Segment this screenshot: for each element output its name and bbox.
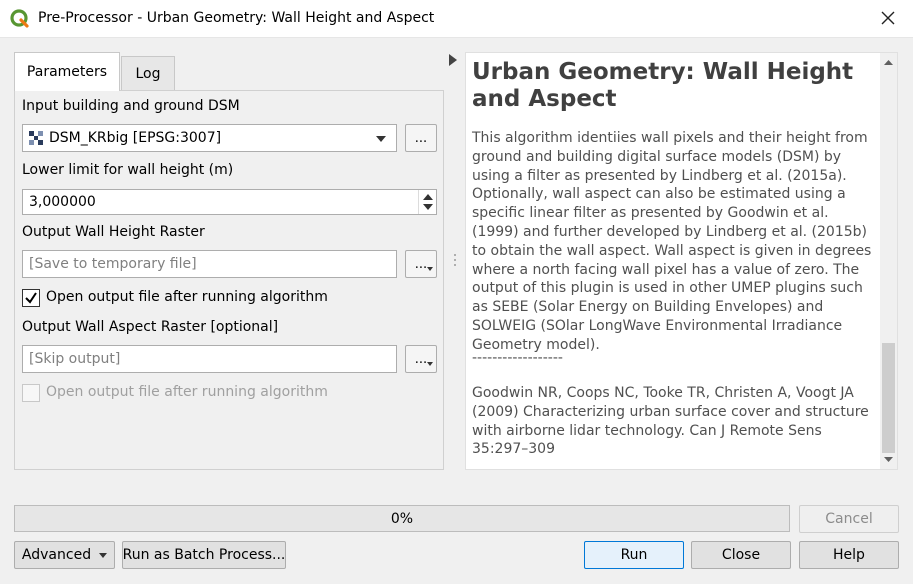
scrollbar-thumb[interactable] [882, 343, 895, 453]
wall-aspect-browse-button[interactable]: ... [405, 345, 437, 373]
title-bar: Pre-Processor - Urban Geometry: Wall Hei… [0, 0, 913, 38]
spin-up-icon[interactable] [423, 194, 433, 200]
chevron-down-icon [376, 136, 386, 142]
close-window-icon[interactable] [877, 7, 899, 29]
browse-label: ... [414, 256, 428, 272]
help-title: Urban Geometry: Wall Height and Aspect [472, 59, 854, 112]
dsm-combobox[interactable]: DSM_KRbig [EPSG:3007] [22, 124, 397, 152]
run-batch-button[interactable]: Run as Batch Process... [122, 541, 286, 569]
close-button[interactable]: Close [691, 541, 791, 569]
help-scrollbar[interactable] [880, 53, 897, 469]
splitter-handle-icon[interactable] [453, 253, 457, 267]
raster-layer-icon [29, 131, 43, 145]
wall-aspect-label: Output Wall Aspect Raster [optional] [22, 319, 279, 335]
progress-bar: 0% [14, 505, 790, 532]
checkmark-icon [25, 292, 37, 304]
wall-height-output-field[interactable]: [Save to temporary file] [22, 250, 397, 278]
cancel-button[interactable]: Cancel [799, 505, 899, 533]
spin-arrows[interactable] [418, 190, 436, 214]
dsm-value: DSM_KRbig [EPSG:3007] [49, 130, 222, 146]
advanced-label: Advanced [21, 547, 92, 563]
browse-label: ... [414, 351, 428, 367]
qgis-logo-icon [10, 9, 29, 28]
spin-down-icon[interactable] [423, 204, 433, 210]
window-title: Pre-Processor - Urban Geometry: Wall Hei… [38, 10, 435, 26]
dsm-browse-button[interactable]: ... [405, 124, 437, 152]
chevron-down-icon [427, 362, 433, 366]
lower-limit-value: 3,000000 [29, 194, 96, 210]
help-reference: Goodwin NR, Coops NC, Tooke TR, Christen… [472, 385, 869, 458]
wall-aspect-output-field[interactable]: [Skip output] [22, 345, 397, 373]
open-output-label-1: Open output file after running algorithm [46, 289, 328, 305]
tab-log[interactable]: Log [121, 56, 175, 90]
open-output-checkbox-2[interactable] [22, 384, 40, 402]
help-panel: Urban Geometry: Wall Height and Aspect T… [465, 52, 898, 470]
chevron-down-icon [99, 552, 108, 558]
splitter-collapse-icon[interactable] [449, 54, 457, 66]
tab-log-label: Log [135, 65, 161, 82]
scroll-down-icon[interactable] [880, 453, 897, 467]
run-button[interactable]: Run [584, 541, 684, 569]
open-output-checkbox-1[interactable] [22, 289, 40, 307]
scroll-up-icon[interactable] [880, 55, 897, 69]
open-output-label-2: Open output file after running algorithm [46, 384, 328, 400]
progress-text: 0% [390, 510, 414, 527]
lower-limit-label: Lower limit for wall height (m) [22, 162, 234, 178]
wall-height-browse-button[interactable]: ... [405, 250, 437, 278]
chevron-down-icon [427, 267, 433, 271]
wall-height-label: Output Wall Height Raster [22, 224, 205, 240]
tab-parameters[interactable]: Parameters [14, 52, 120, 91]
advanced-button[interactable]: Advanced [14, 541, 115, 569]
help-separator: ------------------ [472, 350, 563, 366]
help-body: This algorithm identiies wall pixels and… [472, 130, 872, 353]
help-button[interactable]: Help [799, 541, 899, 569]
lower-limit-spinbox[interactable]: 3,000000 [22, 189, 437, 215]
tab-parameters-label: Parameters [26, 64, 108, 80]
dsm-label: Input building and ground DSM [22, 98, 240, 114]
